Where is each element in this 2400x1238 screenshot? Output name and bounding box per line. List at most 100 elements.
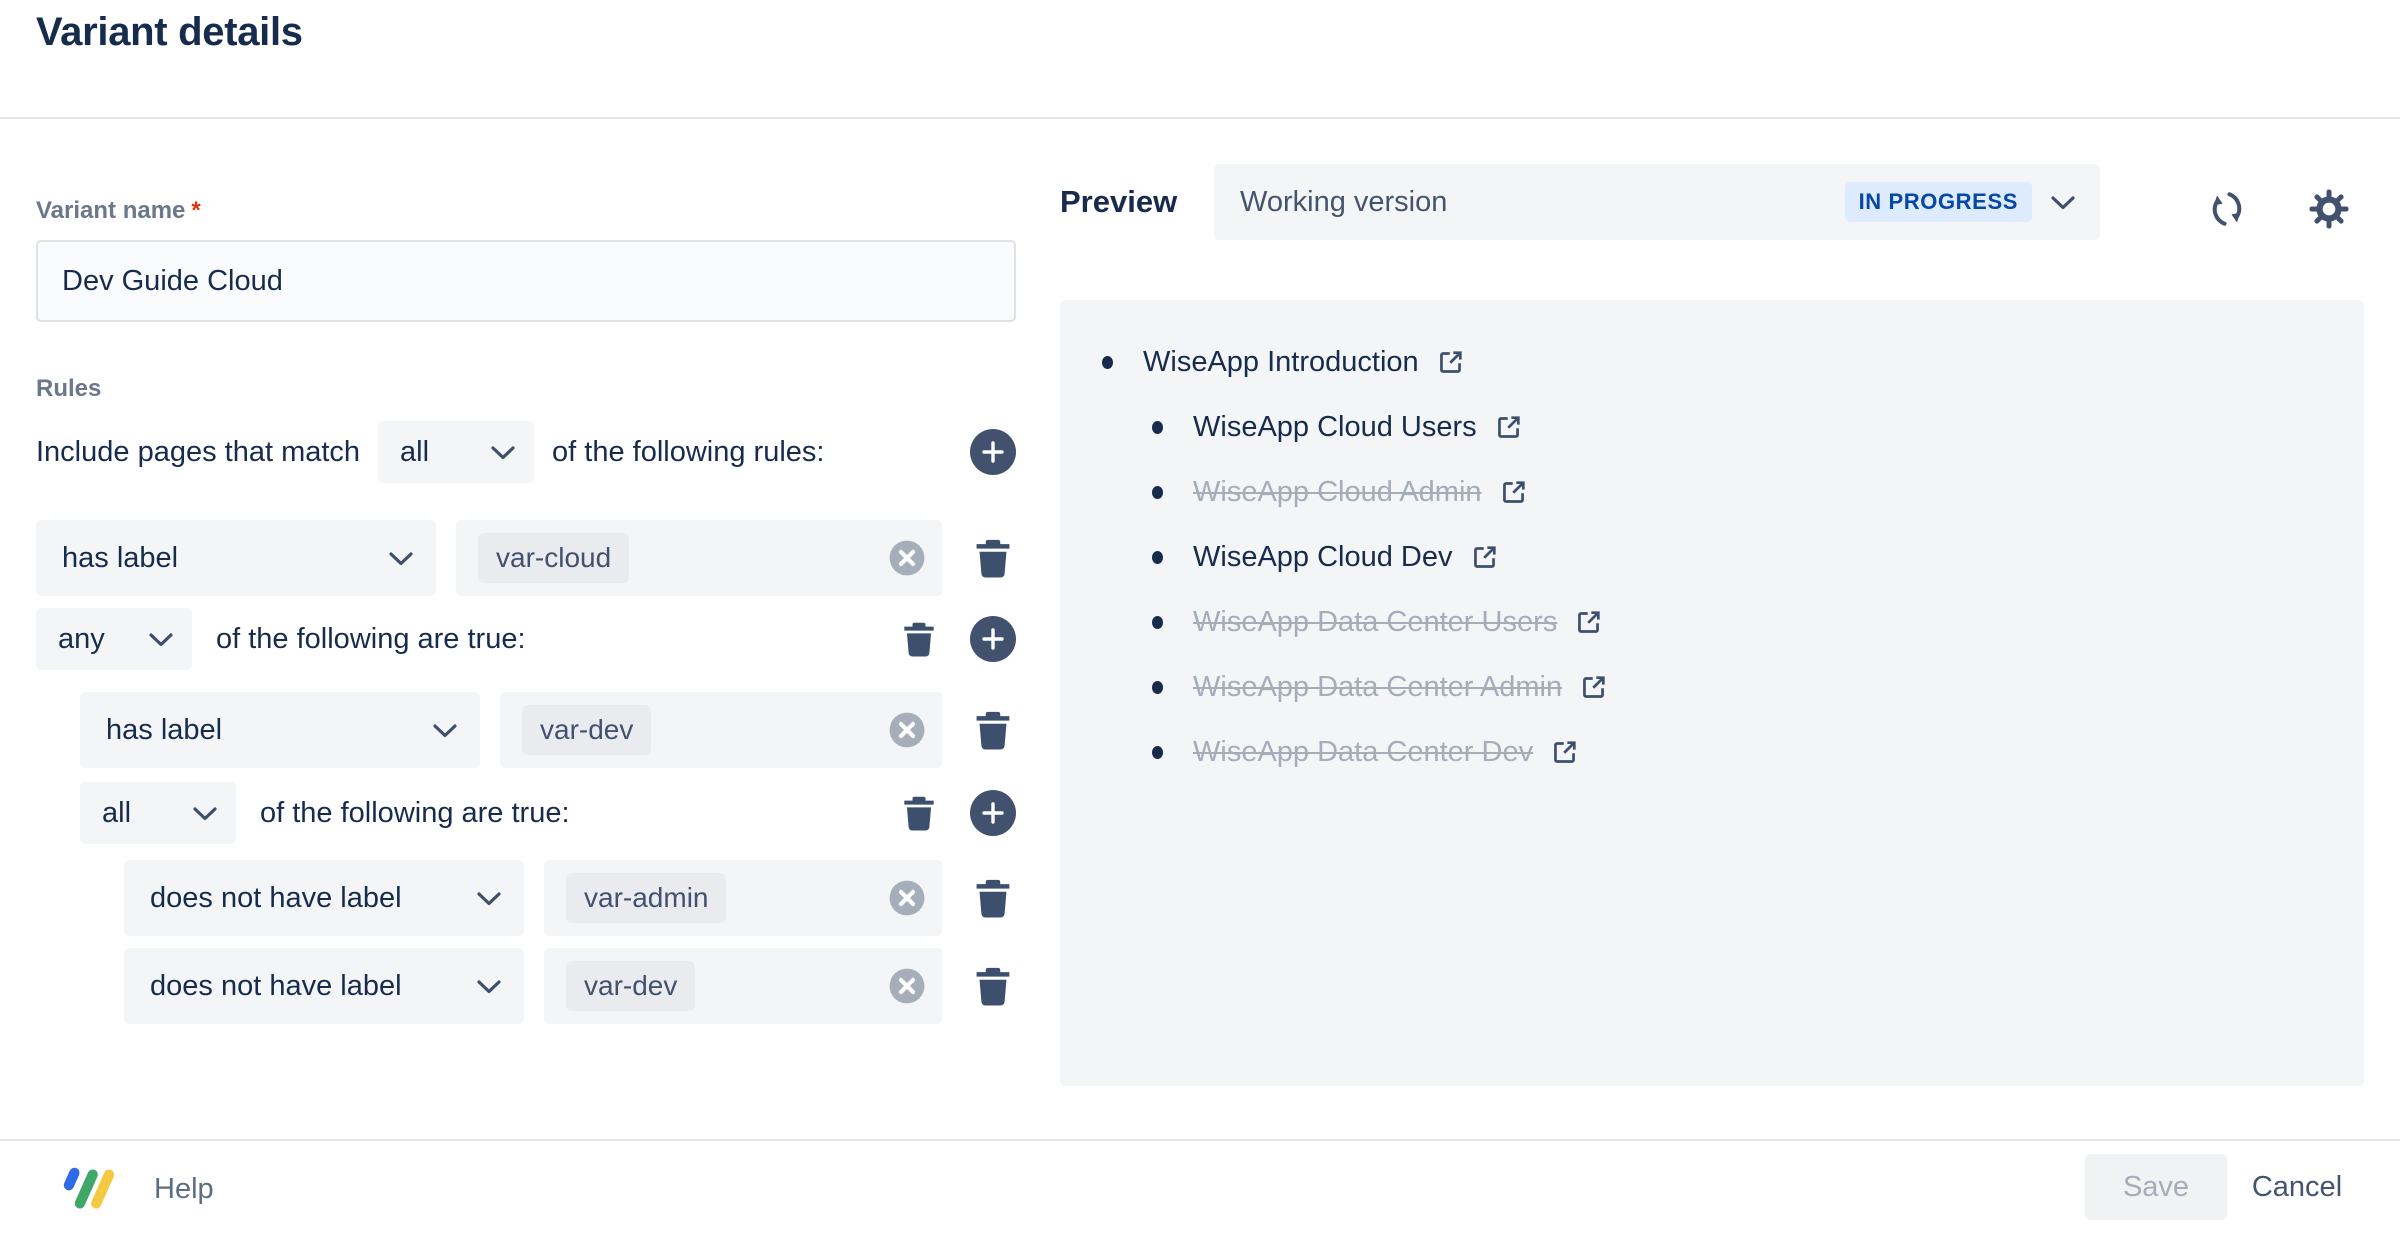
trash-icon [902,620,936,658]
label-tag: var-dev [566,961,695,1011]
bullet-icon [1152,681,1163,694]
preview-label: Preview [1060,184,1177,220]
rule-group-all: all of the following are true: [36,782,1016,844]
chevron-down-icon [490,444,516,461]
trash-icon [974,877,1012,919]
remove-label-icon[interactable] [888,879,926,917]
help-label: Help [154,1173,214,1206]
label-tag: var-admin [566,873,726,923]
bullet-icon [1152,616,1163,629]
variant-name-label-text: Variant name [36,197,185,224]
label-tag: var-dev [522,705,651,755]
plus-icon [981,801,1005,825]
version-select[interactable]: Working version IN PROGRESS [1214,164,2100,240]
group-match-select[interactable]: all [80,782,236,844]
refresh-icon [2206,188,2248,230]
chevron-down-icon [432,722,458,739]
rule-operator-value: has label [106,714,222,747]
app-logo-icon [58,1160,134,1218]
chevron-down-icon [476,978,502,995]
footer-divider [0,1139,2400,1141]
chevron-down-icon [192,805,218,822]
preview-page-title: WiseApp Introduction [1143,346,1419,379]
variant-details-page: Variant details Variant name* Rules Incl… [0,0,2400,1238]
external-link-icon[interactable] [1493,412,1524,443]
rule-row-not-var-admin: does not have label var-admin [36,860,1016,936]
external-link-icon[interactable] [1498,477,1529,508]
rules-intro-suffix: of the following rules: [552,436,824,469]
cancel-button[interactable]: Cancel [2232,1154,2362,1220]
plus-icon [981,440,1005,464]
top-match-select[interactable]: all [378,421,534,483]
external-link-icon[interactable] [1435,347,1466,378]
preview-page-title: WiseApp Data Center Admin [1193,671,1562,704]
external-link-icon[interactable] [1573,607,1604,638]
preview-page-item: WiseApp Data Center Users [1102,590,2364,655]
preview-page-item: WiseApp Data Center Admin [1102,655,2364,720]
plus-icon [981,627,1005,651]
external-link-icon[interactable] [1469,542,1500,573]
delete-group-button[interactable] [896,794,942,832]
preview-page-item: WiseApp Cloud Users [1102,395,2364,460]
rule-value-field[interactable]: var-cloud [456,520,942,596]
rule-value-field[interactable]: var-admin [544,860,942,936]
delete-rule-button[interactable] [970,877,1016,919]
refresh-preview-button[interactable] [2206,188,2248,233]
preview-page-item: WiseApp Cloud Admin [1102,460,2364,525]
group-suffix: of the following are true: [260,797,570,830]
add-rule-button[interactable] [970,429,1016,475]
external-link-icon[interactable] [1578,672,1609,703]
rule-operator-select[interactable]: has label [36,520,436,596]
delete-group-button[interactable] [896,620,942,658]
remove-label-icon[interactable] [888,967,926,1005]
preview-settings-button[interactable] [2306,186,2352,235]
rule-group-any: any of the following are true: [36,608,1016,670]
rule-operator-value: does not have label [150,882,402,915]
delete-rule-button[interactable] [970,709,1016,751]
delete-rule-button[interactable] [970,537,1016,579]
required-asterisk: * [191,197,200,224]
chevron-down-icon [388,550,414,567]
gear-icon [2306,186,2352,232]
trash-icon [974,965,1012,1007]
group-match-value: all [102,797,131,830]
preview-page-item: WiseApp Data Center Dev [1102,720,2364,785]
bullet-icon [1152,486,1163,499]
variant-name-label: Variant name* [36,196,1016,226]
add-condition-button[interactable] [970,790,1016,836]
variant-name-input[interactable] [36,240,1016,322]
preview-page-title: WiseApp Cloud Dev [1193,541,1453,574]
bullet-icon [1102,356,1113,369]
rule-operator-value: does not have label [150,970,402,1003]
header-divider [0,117,2400,119]
group-match-value: any [58,623,105,656]
rule-operator-select[interactable]: has label [80,692,480,768]
rules-label: Rules [36,374,1016,404]
rule-operator-select[interactable]: does not have label [124,948,524,1024]
chevron-down-icon [2050,194,2076,211]
delete-rule-button[interactable] [970,965,1016,1007]
rule-value-field[interactable]: var-dev [544,948,942,1024]
version-select-value: Working version [1240,186,1447,219]
preview-page-item: WiseApp Introduction [1102,330,2364,395]
help-button[interactable]: Help [58,1160,214,1218]
variant-form: Variant name* Rules Include pages that m… [36,196,1016,1024]
preview-panel: WiseApp Introduction WiseApp Cloud Users… [1060,300,2364,1086]
rule-value-field[interactable]: var-dev [500,692,942,768]
external-link-icon[interactable] [1549,737,1580,768]
trash-icon [974,537,1012,579]
rule-operator-value: has label [62,542,178,575]
rule-row-has-label-var-dev: has label var-dev [36,692,1016,768]
rule-row-has-label-var-cloud: has label var-cloud [36,520,1016,596]
remove-label-icon[interactable] [888,539,926,577]
remove-label-icon[interactable] [888,711,926,749]
rule-operator-select[interactable]: does not have label [124,860,524,936]
chevron-down-icon [476,890,502,907]
status-badge: IN PROGRESS [1845,182,2032,222]
save-button[interactable]: Save [2085,1154,2227,1220]
trash-icon [974,709,1012,751]
bullet-icon [1152,421,1163,434]
group-match-select[interactable]: any [36,608,192,670]
add-condition-button[interactable] [970,616,1016,662]
rule-row-not-var-dev: does not have label var-dev [36,948,1016,1024]
